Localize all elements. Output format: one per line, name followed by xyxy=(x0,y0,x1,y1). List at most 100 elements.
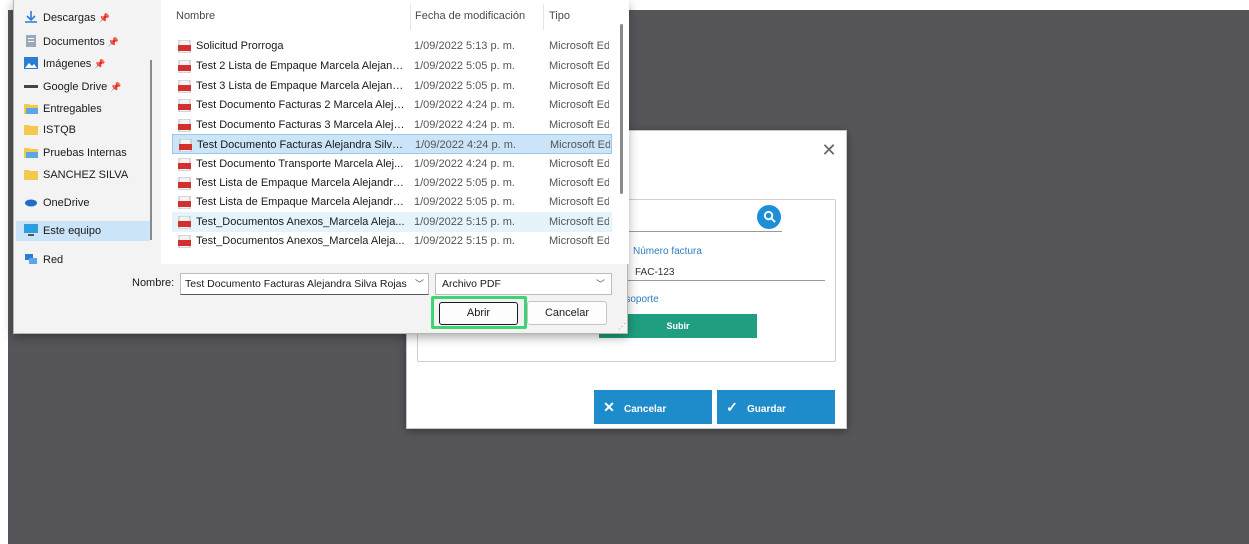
nav-scrollbar[interactable] xyxy=(150,60,152,240)
filetype-select[interactable]: Archivo PDF ﹀ xyxy=(435,273,612,295)
column-header-date[interactable]: Fecha de modificación xyxy=(415,10,525,22)
pin-icon: 📌 xyxy=(110,82,122,92)
chevron-down-icon[interactable]: ﹀ xyxy=(415,274,424,294)
pdf-file-icon xyxy=(178,216,191,229)
file-name: Test Documento Facturas 3 Marcela Aleja.… xyxy=(196,119,406,131)
pdf-file-icon xyxy=(178,196,191,209)
documents-icon xyxy=(26,35,36,48)
nav-label: Red xyxy=(43,254,64,264)
pdf-file-icon xyxy=(178,119,191,132)
check-icon: ✓ xyxy=(726,399,738,415)
file-type: Microsoft Ed xyxy=(550,139,610,151)
nav-item-red[interactable]: Red xyxy=(24,250,154,264)
column-separator[interactable] xyxy=(543,4,544,30)
file-row[interactable]: Test 2 Lista de Empaque Marcela Alejandr… xyxy=(172,56,612,76)
file-row[interactable]: Solicitud Prorroga 1/09/2022 5:13 p. m. Mi… xyxy=(172,36,612,56)
close-icon: ✕ xyxy=(603,399,615,415)
file-date: 1/09/2022 5:13 p. m. xyxy=(414,40,515,52)
file-row[interactable]: Test_Documentos Anexos_Marcela Aleja... 1… xyxy=(172,212,612,232)
nav-label: OneDrive xyxy=(43,197,90,209)
invoice-field-underline xyxy=(622,280,825,281)
nav-item-istqb[interactable]: ISTQB xyxy=(24,120,154,140)
filename-input[interactable]: Test Documento Facturas Alejandra Silva … xyxy=(180,273,429,295)
file-row[interactable]: Test Documento Facturas 3 Marcela Aleja.… xyxy=(172,115,612,135)
nav-item-downloads[interactable]: Descargas 📌 xyxy=(24,8,154,28)
file-row[interactable]: Test Documento Facturas 2 Marcela Aleja.… xyxy=(172,95,612,115)
download-icon xyxy=(25,11,37,23)
file-row[interactable]: Test Lista de Empaque Marcela Alejandra … xyxy=(172,173,612,193)
file-name: Test Documento Facturas 2 Marcela Aleja.… xyxy=(196,99,406,111)
invoice-number-field[interactable]: FAC-123 xyxy=(635,267,674,278)
modal-cancel-button[interactable]: ✕ Cancelar xyxy=(594,390,712,424)
nav-item-entregables[interactable]: Entregables xyxy=(24,99,154,119)
nav-item-images[interactable]: Imágenes 📌 xyxy=(24,54,154,74)
filename-value: Test Documento Facturas Alejandra Silva … xyxy=(185,278,407,290)
nav-item-este-equipo[interactable]: Este equipo xyxy=(16,221,150,241)
search-field-underline[interactable] xyxy=(622,231,782,232)
close-icon[interactable]: ✕ xyxy=(819,141,839,161)
file-name: Test Documento Facturas Alejandra Silva … xyxy=(197,139,407,151)
pin-icon: 📌 xyxy=(94,59,106,69)
folder-icon xyxy=(24,125,38,136)
network-icon xyxy=(25,254,37,264)
file-name: Test Lista de Empaque Marcela Alejandra … xyxy=(196,177,406,189)
pin-icon: 📌 xyxy=(107,37,119,47)
file-date: 1/09/2022 5:05 p. m. xyxy=(414,60,515,72)
folder-icon xyxy=(24,148,38,159)
cancel-button[interactable]: Cancelar xyxy=(527,301,607,325)
file-list: Nombre Fecha de modificación Tipo Solici… xyxy=(161,0,629,264)
file-date: 1/09/2022 5:15 p. m. xyxy=(414,235,515,247)
drive-icon xyxy=(24,85,38,89)
file-row[interactable]: Test 3 Lista de Empaque Marcela Alejandr… xyxy=(172,76,612,96)
pdf-file-icon xyxy=(178,158,191,171)
file-name: Test 3 Lista de Empaque Marcela Alejandr… xyxy=(196,80,406,92)
column-header-type[interactable]: Tipo xyxy=(549,10,570,22)
nav-item-pruebas-internas[interactable]: Pruebas Internas xyxy=(24,143,154,163)
nav-label: Este equipo xyxy=(43,225,102,237)
file-list-scrollbar[interactable] xyxy=(620,24,623,194)
nav-label: Google Drive xyxy=(43,81,108,93)
modal-cancel-label: Cancelar xyxy=(624,404,667,415)
file-name: Test 2 Lista de Empaque Marcela Alejandr… xyxy=(196,60,406,72)
nav-item-onedrive[interactable]: OneDrive xyxy=(24,193,154,213)
file-type: Microsoft Ed xyxy=(549,196,609,208)
column-separator[interactable] xyxy=(410,4,411,30)
filetype-value: Archivo PDF xyxy=(442,278,501,290)
file-date: 1/09/2022 4:24 p. m. xyxy=(414,99,515,111)
nav-item-sanchez-silva[interactable]: SANCHEZ SILVA xyxy=(24,165,154,185)
column-header-name[interactable]: Nombre xyxy=(176,10,215,22)
open-button[interactable]: Abrir xyxy=(439,302,518,325)
chevron-down-icon: ﹀ xyxy=(595,279,605,289)
file-open-dialog: Descargas 📌 Documentos 📌 Imágenes 📌 Google … xyxy=(13,0,629,334)
file-type: Microsoft Ed xyxy=(549,177,609,189)
resize-grip-icon[interactable]: ⋰ xyxy=(618,322,626,331)
nav-label: Descargas xyxy=(43,12,96,24)
nav-label: Entregables xyxy=(43,103,102,115)
file-row[interactable]: Test Lista de Empaque Marcela Alejandra … xyxy=(172,192,612,212)
file-date: 1/09/2022 4:24 p. m. xyxy=(414,119,515,131)
file-row[interactable]: Test_Documentos Anexos_Marcela Aleja... 1… xyxy=(172,231,612,251)
file-row-selected[interactable]: Test Documento Facturas Alejandra Silva … xyxy=(172,134,612,154)
file-date: 1/09/2022 5:05 p. m. xyxy=(414,80,515,92)
file-name: Test Lista de Empaque Marcela Alejandra … xyxy=(196,196,406,208)
search-button[interactable] xyxy=(757,205,781,229)
file-type: Microsoft Ed xyxy=(549,235,609,247)
file-name: Test_Documentos Anexos_Marcela Aleja... xyxy=(196,235,405,247)
filename-label: Nombre: xyxy=(132,277,175,289)
nav-item-google-drive[interactable]: Google Drive 📌 xyxy=(24,77,154,97)
pdf-file-icon xyxy=(178,40,191,53)
file-name: Test_Documentos Anexos_Marcela Aleja... xyxy=(196,216,405,228)
file-row[interactable]: Test Documento Transporte Marcela Alej..… xyxy=(172,154,612,174)
invoice-number-label: Número factura xyxy=(633,246,702,257)
file-name: Test Documento Transporte Marcela Alej..… xyxy=(196,158,404,170)
nav-label: Pruebas Internas xyxy=(43,147,127,159)
file-type: Microsoft Ed xyxy=(549,158,609,170)
file-date: 1/09/2022 4:24 p. m. xyxy=(415,139,516,151)
pin-icon: 📌 xyxy=(98,13,110,23)
modal-save-button[interactable]: ✓ Guardar xyxy=(717,390,835,424)
folder-icon xyxy=(24,170,38,181)
pdf-file-icon xyxy=(178,177,191,190)
file-date: 1/09/2022 5:05 p. m. xyxy=(414,196,515,208)
nav-label: Imágenes xyxy=(43,58,92,70)
nav-item-documents[interactable]: Documentos 📌 xyxy=(24,32,154,52)
